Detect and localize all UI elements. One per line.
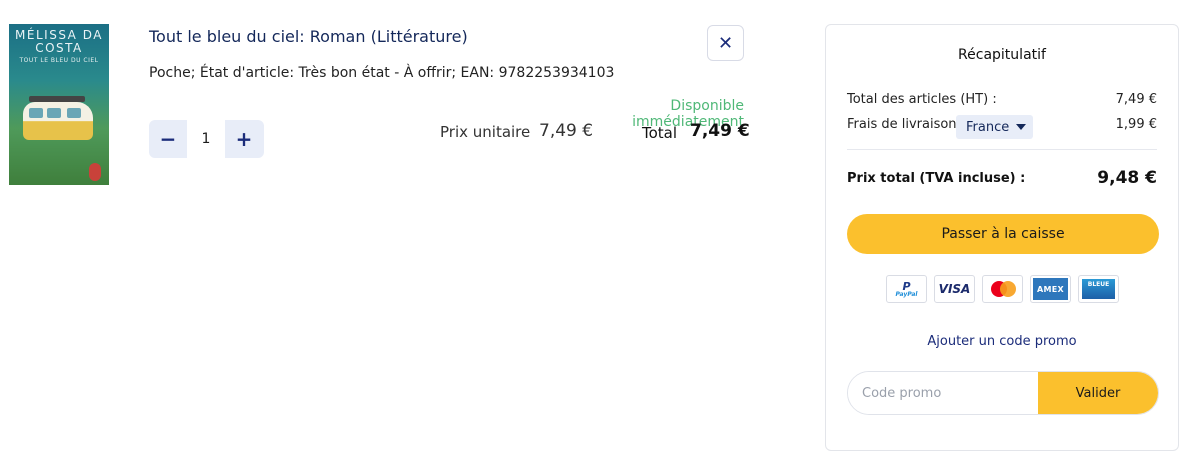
mastercard-icon <box>982 275 1023 303</box>
promo-code-input[interactable] <box>848 372 1038 414</box>
publisher-logo <box>89 163 101 181</box>
product-title[interactable]: Tout le bleu du ciel: Roman (Littérature… <box>149 27 468 46</box>
item-total-value: 7,49 € <box>690 121 750 141</box>
shipping-label: Frais de livraison <box>847 117 957 132</box>
amex-icon: AMEX <box>1030 275 1071 303</box>
quantity-value[interactable]: 1 <box>187 120 225 158</box>
items-total-label: Total des articles (HT) : <box>847 92 997 107</box>
checkout-button[interactable]: Passer à la caisse <box>847 214 1159 254</box>
visa-icon: VISA <box>934 275 975 303</box>
quantity-stepper: − 1 + <box>149 120 264 158</box>
remove-item-button[interactable]: ✕ <box>707 25 744 61</box>
summary-divider <box>847 149 1157 150</box>
paypal-icon: P PayPal <box>886 275 927 303</box>
add-promo-code-link[interactable]: Ajouter un code promo <box>826 334 1178 349</box>
carte-bleue-icon: BLEUE <box>1078 275 1119 303</box>
unit-price-label: Prix unitaire <box>440 123 531 141</box>
shipping-country-value: France <box>966 119 1010 135</box>
plus-icon: + <box>235 127 253 151</box>
order-summary-panel: Récapitulatif Total des articles (HT) : … <box>825 24 1179 451</box>
cover-subtitle: TOUT LE BLEU DU CIEL <box>19 57 99 64</box>
increment-button[interactable]: + <box>225 120 263 158</box>
close-icon: ✕ <box>717 32 734 54</box>
payment-methods: P PayPal VISA AMEX BLEUE <box>886 275 1119 303</box>
summary-heading: Récapitulatif <box>958 47 1046 63</box>
product-details: Poche; État d'article: Très bon état - À… <box>149 65 615 81</box>
decrement-button[interactable]: − <box>149 120 187 158</box>
unit-price-value: 7,49 € <box>539 121 594 141</box>
grand-total-label: Prix total (TVA incluse) : <box>847 171 1026 186</box>
shipping-value: 1,99 € <box>1115 117 1157 132</box>
promo-code-form: Valider <box>847 371 1159 415</box>
chevron-down-icon <box>1016 124 1026 130</box>
validate-promo-button[interactable]: Valider <box>1038 372 1158 414</box>
cover-author: MÉLISSA DA COSTA <box>15 28 103 55</box>
grand-total-value: 9,48 € <box>1097 168 1157 188</box>
minus-icon: − <box>159 127 177 151</box>
shipping-country-select[interactable]: France <box>956 115 1033 139</box>
items-total-value: 7,49 € <box>1115 92 1157 107</box>
cover-van-illustration <box>23 96 93 140</box>
book-cover[interactable]: MÉLISSA DA COSTA TOUT LE BLEU DU CIEL <box>9 24 109 185</box>
item-total-label: Total <box>642 124 678 142</box>
